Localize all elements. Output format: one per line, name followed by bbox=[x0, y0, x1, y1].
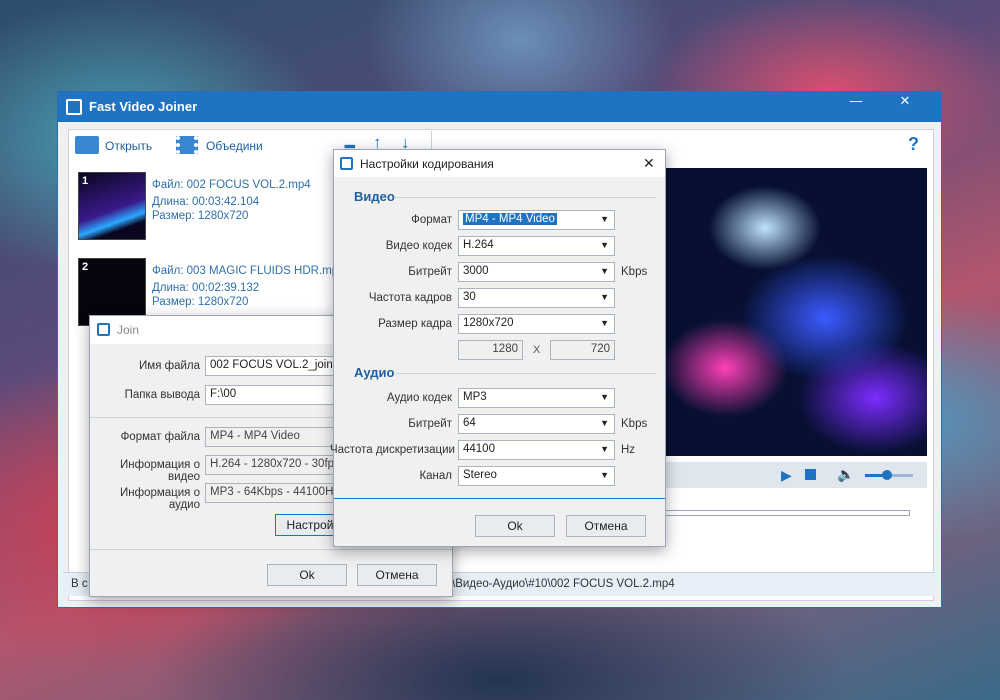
play-icon[interactable]: ▶ bbox=[781, 467, 792, 484]
join-title: Join bbox=[117, 323, 140, 337]
divider bbox=[90, 549, 452, 550]
filename-input[interactable]: 002 FOCUS VOL.2_join bbox=[205, 356, 340, 376]
height-input[interactable]: 720 bbox=[550, 340, 615, 360]
close-icon[interactable]: ✕ bbox=[643, 155, 655, 172]
open-label: Открыть bbox=[105, 139, 153, 153]
file-size: Размер: 1280x720 bbox=[152, 296, 249, 308]
encoding-dialog: Настройки кодирования ✕ Видео Формат MP4… bbox=[330, 149, 666, 547]
file-number: 2 bbox=[82, 261, 89, 273]
channel-select[interactable]: Stereo ▼ bbox=[458, 466, 615, 486]
vbitrate-unit: Kbps bbox=[621, 266, 648, 278]
file-duration: Длина: 00:02:39.132 bbox=[152, 282, 260, 294]
filename-label: Имя файла bbox=[139, 360, 200, 372]
window-title: Fast Video Joiner bbox=[89, 99, 198, 114]
vcodec-value: H.264 bbox=[463, 239, 494, 251]
channel-value: Stereo bbox=[463, 469, 497, 481]
join-label: Объедини bbox=[206, 139, 263, 153]
film-icon bbox=[176, 136, 198, 154]
help-icon[interactable]: ? bbox=[908, 134, 919, 155]
format-label: Формат файла bbox=[120, 431, 200, 443]
progress-bar bbox=[665, 510, 910, 516]
divider bbox=[394, 197, 656, 198]
file-duration: Длина: 00:03:42.104 bbox=[152, 196, 260, 208]
vcodec-label: Видео кодек bbox=[385, 240, 452, 252]
chevron-down-icon: ▼ bbox=[600, 266, 609, 276]
fps-select[interactable]: 30 ▼ bbox=[458, 288, 615, 308]
size-value: 1280x720 bbox=[463, 317, 514, 329]
chevron-down-icon: ▼ bbox=[600, 292, 609, 302]
fps-label: Частота кадров bbox=[368, 292, 452, 304]
video-thumbnail: 1 bbox=[78, 172, 146, 240]
encoding-cancel-button[interactable]: Отмена bbox=[566, 515, 646, 537]
video-info-field: H.264 - 1280x720 - 30fps bbox=[205, 455, 340, 475]
encoding-titlebar[interactable]: Настройки кодирования ✕ bbox=[334, 150, 665, 177]
vbitrate-select[interactable]: 3000 ▼ bbox=[458, 262, 615, 282]
x-separator: X bbox=[533, 344, 541, 356]
size-select[interactable]: 1280x720 ▼ bbox=[458, 314, 615, 334]
volume-slider[interactable] bbox=[865, 470, 913, 480]
join-ok-button[interactable]: Ok bbox=[267, 564, 347, 586]
format-value: MP4 - MP4 Video bbox=[463, 213, 557, 225]
acodec-value: MP3 bbox=[463, 391, 487, 403]
chevron-down-icon: ▼ bbox=[600, 392, 609, 402]
format-label: Формат bbox=[411, 214, 452, 226]
abitrate-label: Битрейт bbox=[408, 418, 452, 430]
volume-icon[interactable]: 🔈 bbox=[837, 466, 854, 483]
divider bbox=[396, 373, 656, 374]
acodec-select[interactable]: MP3 ▼ bbox=[458, 388, 615, 408]
vcodec-select[interactable]: H.264 ▼ bbox=[458, 236, 615, 256]
width-input[interactable]: 1280 bbox=[458, 340, 523, 360]
samplerate-value: 44100 bbox=[463, 443, 495, 455]
encoding-title: Настройки кодирования bbox=[360, 157, 494, 171]
settings-icon bbox=[340, 157, 353, 170]
abitrate-value: 64 bbox=[463, 417, 476, 429]
vbitrate-label: Битрейт bbox=[408, 266, 452, 278]
samplerate-select[interactable]: 44100 ▼ bbox=[458, 440, 615, 460]
chevron-down-icon: ▼ bbox=[600, 444, 609, 454]
join-cancel-button[interactable]: Отмена bbox=[357, 564, 437, 586]
chevron-down-icon: ▼ bbox=[600, 214, 609, 224]
file-size: Размер: 1280x720 bbox=[152, 210, 249, 222]
file-name: Файл: 003 MAGIC FLUIDS HDR.mp4 bbox=[152, 265, 345, 277]
chevron-down-icon: ▼ bbox=[600, 470, 609, 480]
samplerate-label: Частота дискретизации bbox=[330, 444, 455, 456]
video-info-label: Информация о видео bbox=[119, 459, 200, 483]
minimize-button[interactable]: — bbox=[836, 92, 876, 112]
format-select[interactable]: MP4 - MP4 Video ▼ bbox=[458, 210, 615, 230]
acodec-label: Аудио кодек bbox=[386, 392, 452, 404]
toolbar-divider bbox=[431, 131, 432, 151]
abitrate-unit: Kbps bbox=[621, 418, 648, 430]
chevron-down-icon: ▼ bbox=[600, 418, 609, 428]
abitrate-select[interactable]: 64 ▼ bbox=[458, 414, 615, 434]
fps-value: 30 bbox=[463, 291, 476, 303]
main-titlebar[interactable]: Fast Video Joiner — ✕ bbox=[58, 92, 941, 122]
player-controls: ▶ 🔈 bbox=[665, 462, 927, 488]
folder-input[interactable]: F:\00 bbox=[205, 385, 340, 405]
chevron-down-icon: ▼ bbox=[600, 240, 609, 250]
format-field: MP4 - MP4 Video bbox=[205, 427, 340, 447]
audio-section-title: Аудио bbox=[354, 365, 395, 380]
app-icon bbox=[66, 99, 82, 115]
file-number: 1 bbox=[82, 175, 89, 187]
close-window-button[interactable]: ✕ bbox=[885, 92, 925, 112]
volume-knob[interactable] bbox=[881, 470, 892, 480]
folder-icon bbox=[75, 136, 99, 154]
stop-icon[interactable] bbox=[805, 469, 816, 480]
status-text: В с bbox=[71, 578, 88, 590]
vbitrate-value: 3000 bbox=[463, 265, 489, 277]
audio-info-field: MP3 - 64Kbps - 44100Hz - bbox=[205, 483, 340, 503]
divider bbox=[334, 498, 665, 499]
samplerate-unit: Hz bbox=[621, 444, 636, 456]
video-section-title: Видео bbox=[354, 189, 395, 204]
video-preview bbox=[665, 168, 927, 456]
channel-label: Канал bbox=[419, 470, 452, 482]
chevron-down-icon: ▼ bbox=[600, 318, 609, 328]
size-label: Размер кадра bbox=[378, 318, 452, 330]
status-path: \Видео-Аудио\#10\002 FOCUS VOL.2.mp4 bbox=[452, 578, 675, 590]
encoding-ok-button[interactable]: Ok bbox=[475, 515, 555, 537]
file-name: Файл: 002 FOCUS VOL.2.mp4 bbox=[152, 179, 311, 191]
folder-label: Папка вывода bbox=[124, 389, 200, 401]
join-icon bbox=[97, 323, 110, 336]
audio-info-label: Информация о аудио bbox=[119, 487, 200, 511]
